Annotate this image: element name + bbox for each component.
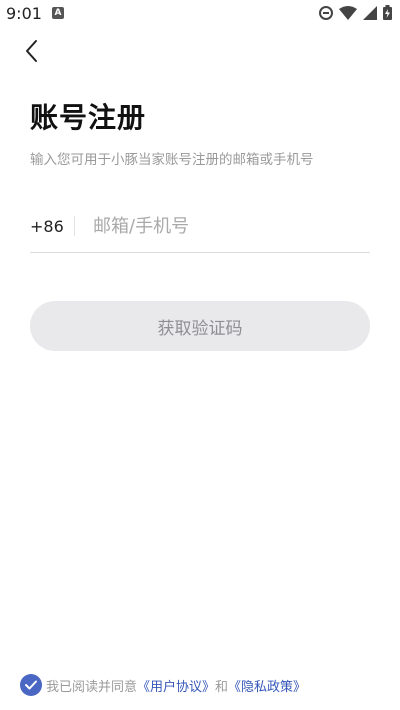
- status-time: 9:01: [6, 4, 42, 23]
- agreement-and: 和: [215, 679, 229, 695]
- chevron-left-icon: [26, 40, 37, 62]
- account-input[interactable]: [91, 214, 370, 238]
- register-screen: 9:01 A 账号注册 输入您可用于小豚当家账号注册的邮箱或手机号 +86 邮箱…: [0, 0, 400, 710]
- status-bar: 9:01 A: [0, 0, 400, 28]
- get-verification-code-button[interactable]: 获取验证码: [30, 301, 370, 351]
- account-input-row: +86: [30, 200, 370, 253]
- back-button[interactable]: [14, 34, 48, 68]
- wifi-icon: [339, 5, 357, 20]
- agreement-prefix: 我已阅读并同意: [46, 679, 138, 695]
- battery-charging-icon: [383, 5, 392, 20]
- privacy-policy-link[interactable]: 《隐私政策》: [228, 676, 306, 695]
- page-title: 账号注册: [30, 101, 147, 134]
- notification-app-icon: A: [52, 7, 64, 19]
- status-icons: [319, 5, 392, 20]
- user-agreement-link[interactable]: 《用户协议》: [137, 676, 215, 695]
- agreement-checkbox[interactable]: [20, 674, 42, 696]
- check-icon: [25, 680, 37, 690]
- page-subtitle: 输入您可用于小豚当家账号注册的邮箱或手机号: [30, 152, 314, 168]
- agreement-row: 我已阅读并同意 《用户协议》 和 《隐私政策》: [20, 674, 306, 696]
- signal-icon: [363, 5, 377, 20]
- do-not-disturb-icon: [319, 5, 333, 20]
- input-divider: [74, 216, 75, 236]
- country-code-selector[interactable]: +86: [30, 217, 74, 236]
